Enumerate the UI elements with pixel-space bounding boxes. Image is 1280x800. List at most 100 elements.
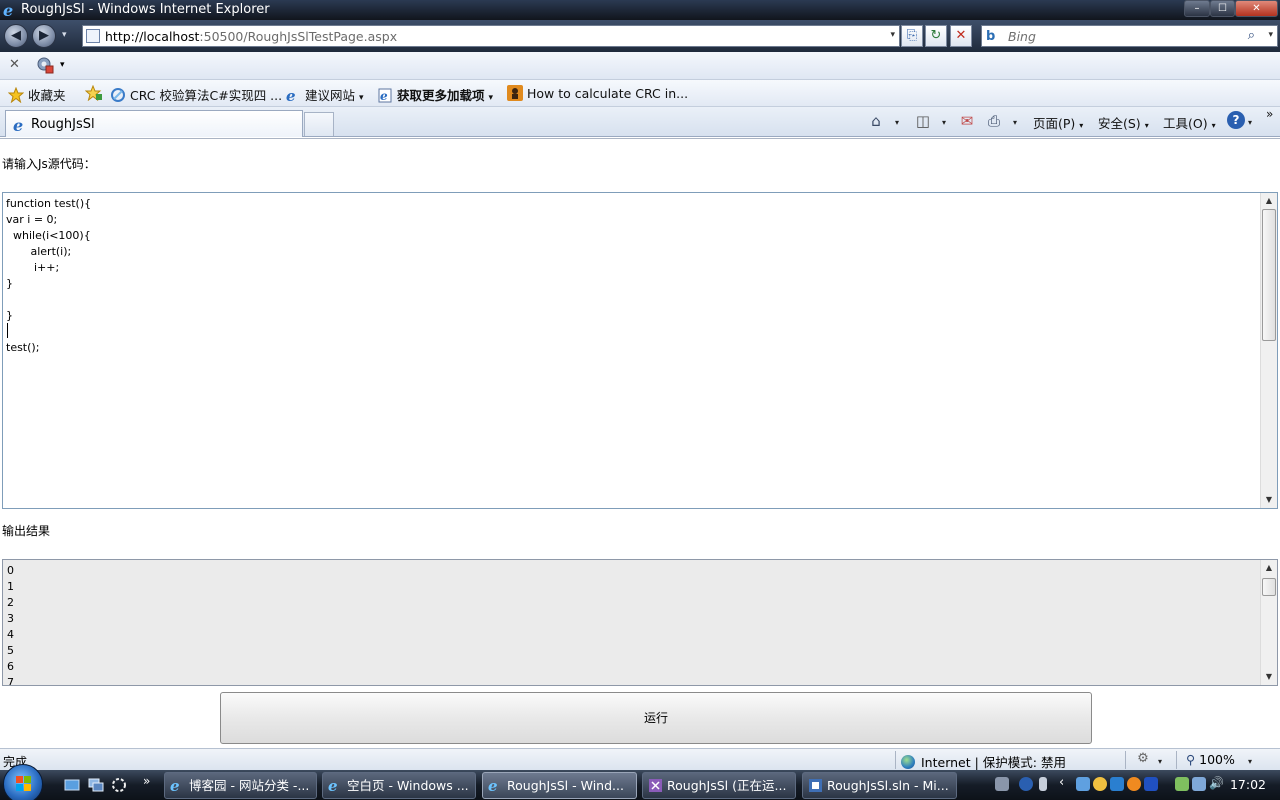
app-tray-icon[interactable]: [1127, 777, 1141, 791]
popup-dropdown-icon[interactable]: ▾: [1158, 757, 1162, 766]
back-button[interactable]: ◀: [4, 24, 28, 48]
security-zone[interactable]: Internet | 保护模式: 禁用: [901, 752, 1066, 771]
minimize-button[interactable]: –: [1184, 0, 1210, 17]
scroll-thumb[interactable]: [1262, 578, 1276, 596]
tab-roughjssl[interactable]: e RoughJsSl: [5, 110, 303, 137]
tab-row: e RoughJsSl ⌂ ▾ ◫ ▾ ✉ ⎙ ▾ 页面(P) ▾ 安全(S) …: [0, 107, 1280, 137]
suggested-sites-button[interactable]: e 建议网站 ▾: [286, 85, 364, 104]
scroll-down-icon[interactable]: ▼: [1261, 492, 1277, 508]
tools-menu[interactable]: 工具(O) ▾: [1163, 113, 1216, 132]
address-url[interactable]: http://localhost:50500/RoughJsSlTestPage…: [105, 29, 397, 44]
close-toolbar-icon[interactable]: ✕: [9, 57, 20, 72]
search-dropdown-icon[interactable]: ▾: [1268, 30, 1273, 40]
help-icon[interactable]: [1019, 777, 1033, 791]
stop-button[interactable]: ✕: [950, 25, 972, 47]
refresh-button[interactable]: ↻: [925, 25, 947, 47]
favorites-button[interactable]: 收藏夹: [8, 85, 66, 104]
taskbar-item-label: 博客园 - 网站分类 -...: [189, 778, 310, 793]
search-box[interactable]: b Bing ⌕ ▾: [981, 25, 1278, 47]
clock[interactable]: 17:02: [1230, 777, 1266, 792]
pen-icon[interactable]: [1039, 777, 1047, 791]
output-scrollbar[interactable]: ▲ ▼: [1260, 560, 1277, 685]
toolbar-chevron-icon[interactable]: »: [1266, 107, 1273, 121]
taskbar-item-roughjssl-sln[interactable]: RoughJsSl.sln - Mi...: [802, 772, 957, 799]
internet-explorer-icon: e: [3, 2, 13, 18]
navigation-bar: ◀ ▶ ▾ http://localhost:50500/RoughJsSlTe…: [0, 20, 1280, 52]
taskbar-item-roughjssl-running[interactable]: RoughJsSl (正在运...: [642, 772, 796, 799]
address-dropdown-icon[interactable]: ▾: [890, 30, 895, 40]
scroll-up-icon[interactable]: ▲: [1261, 193, 1277, 209]
source-label: 请输入Js源代码：: [2, 157, 96, 171]
network-icon[interactable]: [1076, 777, 1090, 791]
scroll-down-icon[interactable]: ▼: [1261, 669, 1277, 685]
taskbar-item-cnblogs[interactable]: e 博客园 - 网站分类 -...: [164, 772, 317, 799]
zoom-level[interactable]: ⚲ 100%: [1186, 752, 1235, 767]
search-icon[interactable]: ⌕: [1248, 28, 1255, 43]
start-button[interactable]: [3, 764, 43, 800]
print-dropdown-icon[interactable]: ▾: [1013, 118, 1017, 127]
app-tray-icon[interactable]: [1110, 777, 1124, 791]
compatibility-view-button[interactable]: ⎘: [901, 25, 923, 47]
output-textarea[interactable]: 0 1 2 3 4 5 6 7 ▲ ▼: [2, 559, 1278, 686]
add-to-favorites-bar-button[interactable]: [85, 85, 106, 101]
status-separator: [1176, 751, 1177, 769]
favorite-link-crc-csharp[interactable]: CRC 校验算法C#实现四 ...: [110, 85, 282, 104]
source-code-textarea[interactable]: function test(){ var i = 0; while(i<100)…: [2, 192, 1278, 509]
chevron-down-icon: ▾: [1211, 121, 1216, 130]
home-icon[interactable]: ⌂: [867, 112, 885, 130]
source-scrollbar[interactable]: ▲ ▼: [1260, 193, 1277, 508]
source-code-text[interactable]: function test(){ var i = 0; while(i<100)…: [6, 196, 91, 356]
run-button[interactable]: 运行: [220, 692, 1092, 744]
read-mail-icon[interactable]: ✉: [958, 112, 976, 130]
help-dropdown-icon[interactable]: ▾: [1248, 118, 1252, 127]
safety-menu[interactable]: 安全(S) ▾: [1098, 113, 1149, 132]
taskbar-item-label: RoughJsSl (正在运...: [667, 778, 787, 793]
scroll-thumb[interactable]: [1262, 209, 1276, 341]
taskbar-item-label: RoughJsSl.sln - Mi...: [827, 778, 949, 793]
bing-icon: b: [986, 29, 996, 44]
messenger-icon[interactable]: [1093, 777, 1107, 791]
get-more-addons-button[interactable]: e 获取更多加载项 ▾: [378, 85, 493, 104]
switch-windows-icon[interactable]: [88, 777, 104, 793]
popup-blocker-icon[interactable]: ⚙: [1134, 751, 1152, 769]
history-dropdown-icon[interactable]: ▾: [62, 30, 67, 40]
svg-text:e: e: [328, 778, 338, 793]
svg-text:e: e: [380, 89, 388, 103]
new-tab-button[interactable]: [304, 112, 334, 136]
feeds-icon[interactable]: ◫: [914, 112, 932, 130]
site-favicon-icon: [111, 88, 125, 102]
output-label: 输出结果: [2, 524, 51, 538]
help-icon[interactable]: ?: [1227, 111, 1245, 129]
tools-dropdown-icon[interactable]: ▾: [60, 60, 65, 70]
keyboard-icon[interactable]: [995, 777, 1009, 791]
app-tray-icon[interactable]: [1144, 777, 1158, 791]
app-launcher-icon[interactable]: [111, 777, 127, 793]
close-window-button[interactable]: ✕: [1235, 0, 1278, 17]
toolbar-tools-icon[interactable]: [36, 56, 54, 74]
address-bar[interactable]: http://localhost:50500/RoughJsSlTestPage…: [82, 25, 900, 47]
tools-menu-label: 工具(O): [1163, 116, 1208, 131]
zoom-dropdown-icon[interactable]: ▾: [1248, 757, 1252, 766]
page-menu[interactable]: 页面(P) ▾: [1033, 113, 1083, 132]
ie-page-icon: e: [170, 778, 180, 793]
favorites-bar: 收藏夹 CRC 校验算法C#实现四 ... e 建议网站 ▾ e 获取更多加载项 ▾ H…: [0, 80, 1280, 107]
forward-button[interactable]: ▶: [32, 24, 56, 48]
print-icon[interactable]: ⎙: [985, 112, 1003, 130]
home-dropdown-icon[interactable]: ▾: [895, 118, 899, 127]
scroll-up-icon[interactable]: ▲: [1261, 560, 1277, 576]
search-input[interactable]: Bing: [1008, 29, 1036, 44]
taskbar-item-blank-page[interactable]: e 空白页 - Windows ...: [322, 772, 476, 799]
taskbar-item-roughjssl-ie[interactable]: e RoughJsSl - Wind...: [482, 772, 637, 799]
battery-icon[interactable]: [1175, 777, 1189, 791]
show-desktop-icon[interactable]: [64, 777, 80, 793]
feeds-dropdown-icon[interactable]: ▾: [942, 118, 946, 127]
favorite-link-how-to-crc[interactable]: How to calculate CRC in...: [507, 85, 688, 101]
visual-studio-icon: [809, 779, 822, 792]
status-bar: 完成 Internet | 保护模式: 禁用 ⚙ ▾ ⚲ 100% ▾: [0, 748, 1280, 770]
volume-icon[interactable]: 🔊: [1209, 776, 1224, 790]
network-status-icon[interactable]: [1192, 777, 1206, 791]
tray-expand-icon[interactable]: ‹: [1059, 775, 1064, 790]
quick-launch-more-icon[interactable]: »: [143, 774, 150, 788]
page-icon: [86, 29, 100, 43]
maximize-button[interactable]: ☐: [1210, 0, 1235, 17]
